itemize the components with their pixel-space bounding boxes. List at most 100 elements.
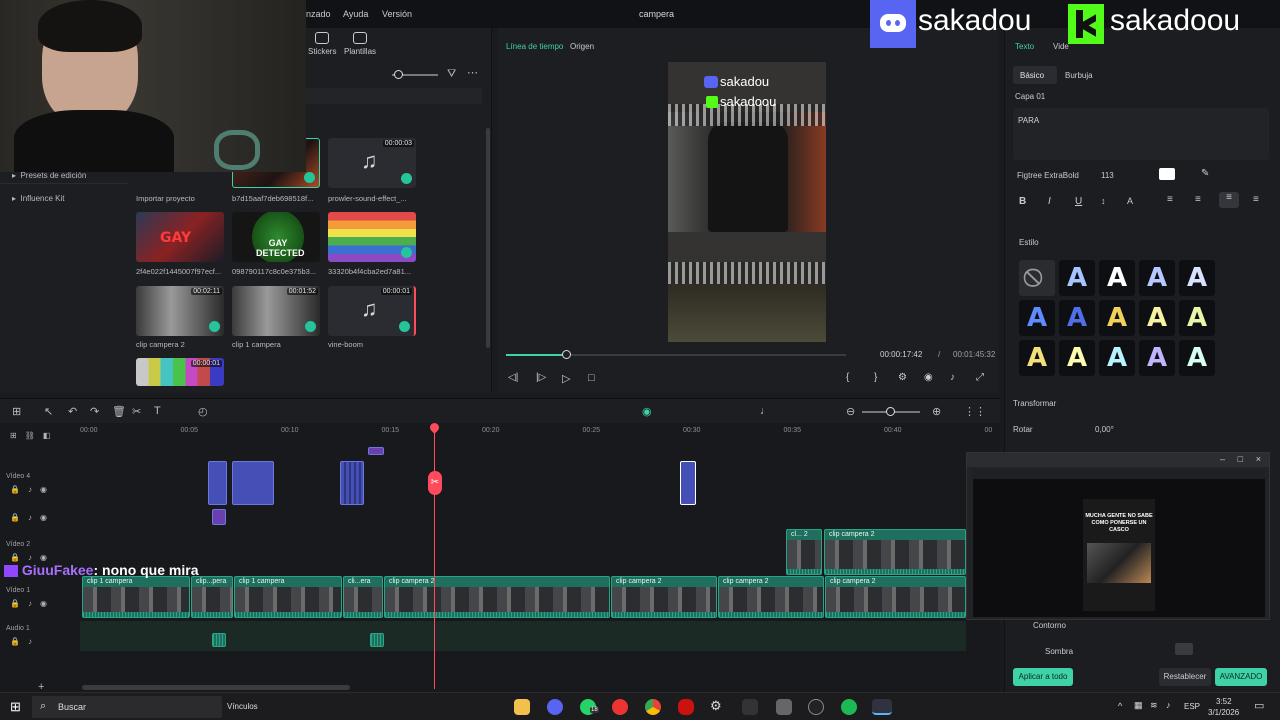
tray-arrow-icon[interactable]: ^ (1118, 701, 1122, 711)
text-style-option[interactable]: A (1019, 300, 1055, 336)
video-clip[interactable]: clip campera 2 (824, 529, 966, 575)
text-style-option[interactable]: A (1099, 340, 1135, 376)
menu-item-avanzado[interactable]: nzado (306, 9, 331, 19)
import-project-label[interactable]: Importar proyecto (136, 194, 195, 203)
search-bar[interactable] (306, 88, 482, 104)
text-style-option[interactable]: A (1059, 300, 1095, 336)
filter-icon[interactable]: ⛛ (447, 68, 456, 81)
tab-source[interactable]: Origen (570, 42, 594, 51)
steam-icon[interactable] (776, 699, 792, 715)
speed-icon[interactable]: ◴ (198, 405, 208, 418)
media-thumb[interactable]: GAY (136, 212, 224, 262)
plantillas-button[interactable]: Plantillas (344, 32, 376, 56)
align-left-icon[interactable]: ≡ (1167, 194, 1173, 205)
stop-icon[interactable]: □ (588, 372, 595, 384)
align-justify-icon[interactable]: ≡ (1253, 194, 1259, 205)
undo-icon[interactable]: ↶ (68, 405, 77, 418)
shadow-color-swatch[interactable] (1175, 643, 1193, 655)
track-controls-icon[interactable]: 🔒♪◉ (10, 513, 55, 522)
video-clip[interactable]: cl... 2 (786, 529, 822, 575)
spotify-icon[interactable] (841, 699, 857, 715)
sticker-clip[interactable] (208, 461, 227, 505)
text-style-option[interactable]: A (1099, 260, 1135, 296)
sidebar-item-influence-kit[interactable]: ▸ Influence Kit (12, 194, 65, 203)
text-style-option[interactable]: A (1059, 340, 1095, 376)
spacing-icon[interactable]: ↕ (1101, 196, 1106, 206)
text-style-option[interactable]: A (1139, 260, 1175, 296)
track-controls-icon[interactable]: ⊞⛓◧ (10, 431, 58, 440)
text-style-option[interactable]: A (1139, 340, 1175, 376)
subtab-basic[interactable]: Básico (1013, 66, 1057, 84)
thumbnail-size-slider[interactable] (392, 70, 438, 79)
rotate-value[interactable]: 0,00° (1095, 425, 1114, 434)
align-center-icon[interactable]: ≡ (1195, 194, 1201, 205)
more-icon[interactable]: ⋯ (467, 66, 478, 79)
text-content-field[interactable]: PARA (1013, 108, 1269, 160)
windows-start-icon[interactable]: ⊞ (10, 699, 21, 715)
next-frame-icon[interactable]: |▷ (536, 372, 546, 383)
audio-clip[interactable] (370, 633, 384, 647)
media-thumb[interactable]: 00:00:01 ♫ (328, 286, 416, 336)
text-tool-icon[interactable]: T (154, 405, 161, 417)
media-thumb[interactable] (328, 212, 416, 262)
zoom-in-icon[interactable]: ⊕ (932, 405, 941, 418)
text-style-option[interactable]: A (1059, 260, 1095, 296)
play-icon[interactable]: ▷ (562, 372, 570, 385)
video-clip[interactable]: clip 1 campera (82, 576, 190, 618)
audio-clip[interactable] (212, 633, 226, 647)
tab-timeline[interactable]: Línea de tiempo (506, 42, 563, 51)
redo-icon[interactable]: ↷ (90, 405, 99, 418)
media-thumb[interactable]: 00:00:03 ♫ (328, 138, 416, 188)
text-style-option[interactable]: A (1179, 300, 1215, 336)
video-clip[interactable]: clip campera 2 (718, 576, 824, 618)
chrome-icon[interactable] (645, 699, 661, 715)
volume-icon[interactable]: ♪ (950, 372, 955, 383)
media-thumb[interactable]: GAY DETECTED (232, 212, 320, 262)
split-icon[interactable]: ✂ (132, 405, 141, 418)
media-scrollbar[interactable] (486, 128, 490, 348)
settings-app-icon[interactable]: ⚙ (710, 698, 722, 714)
text-style-option[interactable]: A (1019, 340, 1055, 376)
network-icon[interactable]: ▦ (1134, 700, 1143, 711)
text-style-option[interactable]: A (1179, 340, 1215, 376)
text-color-swatch[interactable] (1159, 168, 1175, 180)
split-marker-icon[interactable]: ✂ (428, 471, 442, 495)
clock-time[interactable]: 3:52 (1216, 697, 1232, 706)
media-thumb[interactable]: 00:02:11 (136, 286, 224, 336)
subtab-bubble[interactable]: Burbuja (1065, 71, 1093, 80)
mark-out-icon[interactable]: } (874, 372, 877, 383)
video-clip[interactable]: clip...pera (191, 576, 233, 618)
sidebar-item-presets[interactable]: ▸ Presets de edición (12, 171, 86, 180)
mark-in-icon[interactable]: { (846, 372, 849, 383)
media-player-icon[interactable] (612, 699, 628, 715)
playhead[interactable] (428, 421, 441, 689)
video-preview[interactable]: sakadou sakadoou (668, 62, 826, 342)
bold-icon[interactable]: B (1019, 196, 1026, 207)
track-controls-icon[interactable]: 🔒♪◉ (10, 485, 55, 494)
time-ruler[interactable]: 00:00 00:05 00:10 00:15 00:20 00:25 00:30 00:35… (80, 425, 992, 439)
sticker-clip[interactable] (232, 461, 274, 505)
underline-icon[interactable]: U (1075, 196, 1082, 207)
track-controls-icon[interactable]: 🔒♪◉ (10, 599, 55, 608)
media-thumb[interactable]: 00:00:01 (136, 358, 224, 386)
text-style-option[interactable]: A (1179, 260, 1215, 296)
file-explorer-icon[interactable] (514, 699, 530, 715)
video-clip[interactable]: clip campera 2 (611, 576, 717, 618)
text-style-option[interactable]: A (1139, 300, 1175, 336)
speaker-icon[interactable]: ♪ (1166, 700, 1171, 710)
layout-icon[interactable]: ⊞ (12, 405, 21, 418)
effect-clip[interactable] (212, 509, 226, 525)
menu-item-ayuda[interactable]: Ayuda (343, 9, 368, 19)
video-editor-taskbar-icon[interactable] (872, 699, 892, 715)
italic-icon[interactable]: I (1048, 196, 1051, 207)
maximize-icon[interactable]: □ (1238, 454, 1243, 464)
apply-all-button[interactable]: Aplicar a todo (1013, 668, 1073, 686)
case-icon[interactable]: A (1127, 196, 1133, 206)
preview-scrubber[interactable] (506, 350, 846, 359)
reset-button[interactable]: Restablecer (1159, 668, 1211, 686)
video-clip[interactable]: clip campera 2 (825, 576, 966, 618)
wifi-icon[interactable]: ≋ (1150, 700, 1158, 711)
style-none-icon[interactable]: ⃠ (1019, 260, 1055, 296)
links-toolbar[interactable]: Vínculos (227, 702, 258, 711)
language-indicator[interactable]: ESP (1184, 702, 1200, 711)
